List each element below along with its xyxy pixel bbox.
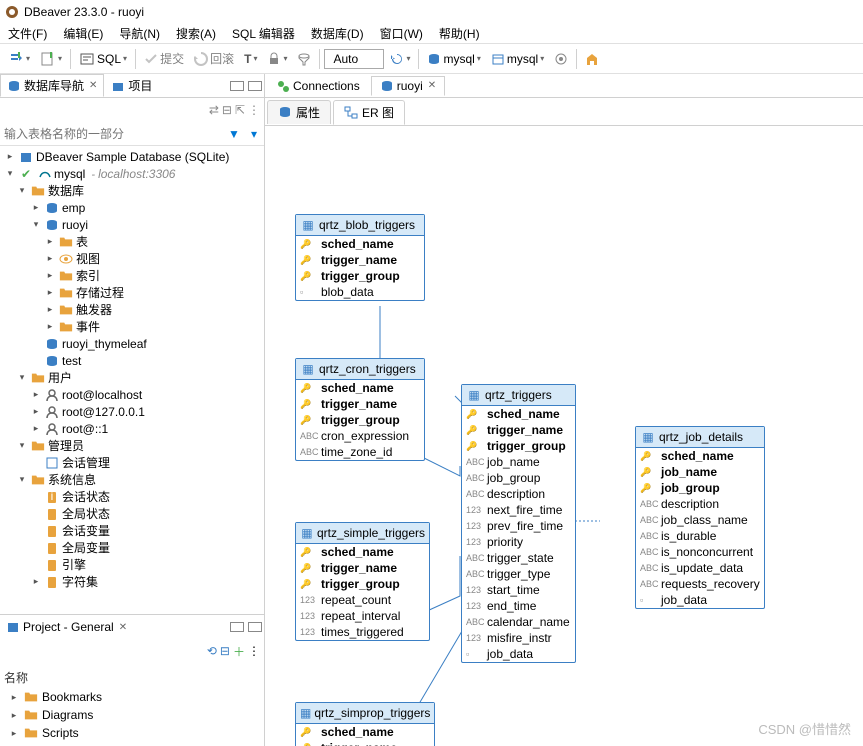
maximize-pane-button[interactable] xyxy=(248,622,262,632)
refresh-button[interactable]: ▾ xyxy=(386,47,414,71)
minimize-pane-button[interactable] xyxy=(230,622,244,632)
tree-item-sysinfo[interactable]: ▾系统信息 xyxy=(0,471,264,488)
er-table-blob-triggers[interactable]: ▦qrtz_blob_triggers 🔑sched_name 🔑trigger… xyxy=(295,214,425,301)
tab-project-general[interactable]: Project - General✕ xyxy=(0,618,133,636)
filter-funnel-icon[interactable]: ▼ xyxy=(224,122,244,145)
auto-commit-select[interactable]: Auto xyxy=(324,49,384,69)
app-icon xyxy=(4,4,20,20)
tree-item-user[interactable]: ▸root@127.0.0.1 xyxy=(0,403,264,420)
tree-item-user[interactable]: ▸root@::1 xyxy=(0,420,264,437)
svg-text:i: i xyxy=(51,490,54,503)
tree-filter-input[interactable] xyxy=(0,122,224,145)
tree-item-info[interactable]: 全局状态 xyxy=(0,505,264,522)
tree-item-db-ruoyi[interactable]: ▾ruoyi xyxy=(0,216,264,233)
er-diagram-canvas[interactable]: ▦qrtz_blob_triggers 🔑sched_name 🔑trigger… xyxy=(265,126,863,746)
refresh-icon[interactable]: ⟲ xyxy=(207,644,217,658)
maximize-pane-button[interactable] xyxy=(248,81,262,91)
menu-help[interactable]: 帮助(H) xyxy=(439,25,480,42)
link-icon[interactable]: ⇄ xyxy=(209,103,219,117)
close-icon[interactable]: ✕ xyxy=(89,80,97,91)
tree-item-db-test[interactable]: test xyxy=(0,352,264,369)
main-toolbar: ▾ ▾ SQL▾ 提交 回滚 T▾ ▾ Auto ▾ mysql▾ mysql▾ xyxy=(0,44,863,74)
tree-item-info[interactable]: 引擎 xyxy=(0,556,264,573)
menu-navigate[interactable]: 导航(N) xyxy=(119,25,160,42)
col-header-name: 名称 xyxy=(4,667,260,688)
tree-item-info[interactable]: 会话变量 xyxy=(0,522,264,539)
project-item-scripts[interactable]: ▸Scripts xyxy=(4,724,260,742)
db-tree: ▸DBeaver Sample Database (SQLite) ▾✔mysq… xyxy=(0,146,264,614)
tree-item-db-thymeleaf[interactable]: ruoyi_thymeleaf xyxy=(0,335,264,352)
er-table-simprop-triggers[interactable]: ▦qrtz_simprop_triggers 🔑sched_name 🔑trig… xyxy=(295,702,435,746)
editor-tab-connections[interactable]: Connections xyxy=(267,76,369,96)
tree-item-user[interactable]: ▸root@localhost xyxy=(0,386,264,403)
menu-window[interactable]: 窗口(W) xyxy=(380,25,423,42)
lock-button[interactable]: ▾ xyxy=(263,47,291,71)
nav-toolbar: ⇄ ⊟ ⇱ ⋮ xyxy=(0,98,264,122)
tree-item-databases[interactable]: ▾数据库 xyxy=(0,182,264,199)
tree-item-mysql[interactable]: ▾✔mysql- localhost:3306 xyxy=(0,165,264,182)
er-table-cron-triggers[interactable]: ▦qrtz_cron_triggers 🔑sched_name 🔑trigger… xyxy=(295,358,425,461)
close-icon[interactable]: ✕ xyxy=(428,80,436,91)
tree-item-db-emp[interactable]: ▸emp xyxy=(0,199,264,216)
er-table-simple-triggers[interactable]: ▦qrtz_simple_triggers 🔑sched_name 🔑trigg… xyxy=(295,522,430,641)
menu-database[interactable]: 数据库(D) xyxy=(311,25,364,42)
add-icon[interactable]: ＋ xyxy=(233,643,245,660)
tree-item-views[interactable]: ▸视图 xyxy=(0,250,264,267)
project-item-bookmarks[interactable]: ▸Bookmarks xyxy=(4,688,260,706)
filter-menu-icon[interactable]: ▾ xyxy=(244,122,264,145)
tree-item-info[interactable]: i会话状态 xyxy=(0,488,264,505)
tx-mode-button[interactable]: T▾ xyxy=(240,47,261,71)
rollback-button[interactable]: 回滚 xyxy=(190,47,238,71)
filter-clear-button[interactable] xyxy=(293,47,315,71)
menubar: 文件(F) 编辑(E) 导航(N) 搜索(A) SQL 编辑器 数据库(D) 窗… xyxy=(0,24,863,44)
tab-db-navigator[interactable]: 数据库导航✕ xyxy=(0,74,104,97)
menu-file[interactable]: 文件(F) xyxy=(8,25,47,42)
tree-item-session-mgr[interactable]: 会话管理 xyxy=(0,454,264,471)
tab-projects[interactable]: 项目 xyxy=(104,74,159,97)
subtab-properties[interactable]: 属性 xyxy=(267,100,331,124)
minimize-pane-button[interactable] xyxy=(230,81,244,91)
tree-item-procedures[interactable]: ▸存储过程 xyxy=(0,284,264,301)
subtab-er-diagram[interactable]: ER 图 xyxy=(333,100,405,125)
tree-item-triggers[interactable]: ▸触发器 xyxy=(0,301,264,318)
editor-tab-ruoyi[interactable]: ruoyi✕ xyxy=(371,76,445,96)
watermark: CSDN @惜惜然 xyxy=(758,719,851,738)
link-editor-icon[interactable]: ⇱ xyxy=(235,103,245,117)
close-icon[interactable]: ✕ xyxy=(119,622,127,633)
tree-item-events[interactable]: ▸事件 xyxy=(0,318,264,335)
menu-icon[interactable]: ⋮ xyxy=(248,103,260,117)
tree-item-info[interactable]: 全局变量 xyxy=(0,539,264,556)
schema-select[interactable]: mysql▾ xyxy=(487,47,548,71)
menu-search[interactable]: 搜索(A) xyxy=(176,25,216,42)
tree-item-sample-db[interactable]: ▸DBeaver Sample Database (SQLite) xyxy=(0,148,264,165)
menu-icon[interactable]: ⋮ xyxy=(248,644,260,658)
new-sql-button[interactable]: ▾ xyxy=(36,47,66,71)
home-button[interactable] xyxy=(581,47,603,71)
window-title: DBeaver 23.3.0 - ruoyi xyxy=(24,5,144,19)
menu-edit[interactable]: 编辑(E) xyxy=(63,25,103,42)
tree-item-indexes[interactable]: ▸索引 xyxy=(0,267,264,284)
commit-button[interactable]: 提交 xyxy=(140,47,188,71)
er-table-job-details[interactable]: ▦qrtz_job_details 🔑sched_name 🔑job_name … xyxy=(635,426,765,609)
menu-sql[interactable]: SQL 编辑器 xyxy=(232,25,295,42)
datasource-select[interactable]: mysql▾ xyxy=(423,47,484,71)
configure-icon[interactable]: ⊟ xyxy=(220,644,230,658)
new-connection-button[interactable]: ▾ xyxy=(4,47,34,71)
collapse-icon[interactable]: ⊟ xyxy=(222,103,232,117)
titlebar: DBeaver 23.3.0 - ruoyi xyxy=(0,0,863,24)
settings-button[interactable] xyxy=(550,47,572,71)
tree-item-users[interactable]: ▾用户 xyxy=(0,369,264,386)
sql-editor-button[interactable]: SQL▾ xyxy=(75,47,131,71)
er-table-triggers[interactable]: ▦qrtz_triggers 🔑sched_name 🔑trigger_name… xyxy=(461,384,576,663)
tree-item-tables[interactable]: ▸表 xyxy=(0,233,264,250)
project-item-diagrams[interactable]: ▸Diagrams xyxy=(4,706,260,724)
tree-item-info[interactable]: ▸字符集 xyxy=(0,573,264,590)
tree-item-admin[interactable]: ▾管理员 xyxy=(0,437,264,454)
